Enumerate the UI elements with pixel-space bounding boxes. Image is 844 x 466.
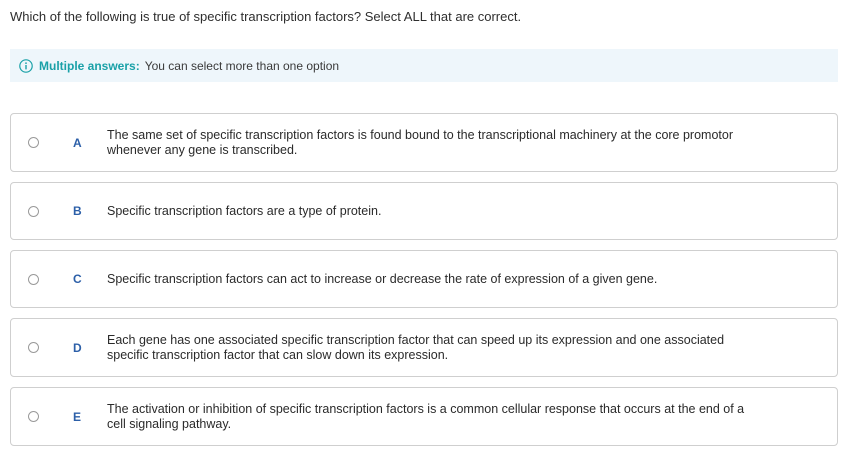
radio-button[interactable] [28, 205, 39, 217]
option-text: Specific transcription factors are a typ… [107, 204, 391, 219]
radio-button[interactable] [28, 342, 39, 353]
option-letter: C [73, 272, 82, 286]
option-c[interactable]: C Specific transcription factors can act… [10, 250, 838, 308]
option-text-line: Each gene has one associated specific tr… [107, 332, 725, 347]
radio-button[interactable] [28, 273, 39, 285]
option-text-line: The same set of specific transcription f… [107, 127, 734, 142]
option-letter: E [73, 409, 82, 424]
info-icon [19, 58, 33, 73]
option-text-line: whenever any gene is transcribed. [107, 142, 298, 157]
option-letter: B [73, 204, 82, 218]
option-text-line: Specific transcription factors are a typ… [107, 203, 382, 218]
option-letter: D [73, 340, 82, 355]
option-text: Specific transcription factors can act t… [107, 272, 667, 287]
radio-button[interactable] [28, 137, 39, 148]
radio-button[interactable] [28, 411, 39, 422]
option-text: The activation or inhibition of specific… [107, 402, 754, 432]
question-text: Which of the following is true of specif… [10, 9, 522, 24]
option-text: Each gene has one associated specific tr… [107, 333, 734, 363]
option-a[interactable]: A The same set of specific transcription… [10, 113, 838, 172]
option-text: The same set of specific transcription f… [107, 128, 743, 158]
option-text-line: specific transcription factor that can s… [107, 347, 449, 362]
option-letter: A [73, 135, 82, 150]
option-text-line: cell signaling pathway. [107, 416, 232, 431]
info-text: You can select more than one option [144, 58, 340, 73]
option-b[interactable]: B Specific transcription factors are a t… [10, 182, 838, 240]
option-text-line: The activation or inhibition of specific… [107, 401, 745, 416]
multiple-answers-banner: Multiple answers: You can select more th… [10, 49, 838, 82]
info-label: Multiple answers: [39, 58, 140, 73]
option-d[interactable]: D Each gene has one associated specific … [10, 318, 838, 377]
answer-options: A The same set of specific transcription… [10, 113, 838, 456]
option-e[interactable]: E The activation or inhibition of specif… [10, 387, 838, 446]
option-text-line: Specific transcription factors can act t… [107, 271, 658, 286]
